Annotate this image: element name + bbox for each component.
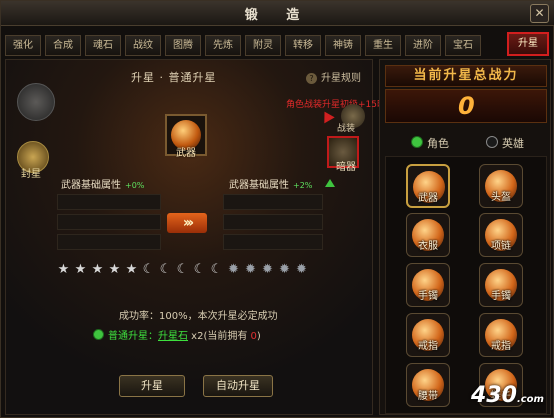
tab-tuteng[interactable]: 图腾 [165, 35, 201, 56]
equip-label: 头盔 [491, 192, 511, 203]
role-label: 角色 [427, 137, 449, 150]
material-link[interactable]: 升星石 [158, 331, 188, 342]
star-icon: ★ [108, 262, 121, 277]
tab-fuling[interactable]: 附灵 [245, 35, 281, 56]
hero-radio[interactable] [486, 136, 498, 148]
close-icon[interactable]: ✕ [530, 4, 549, 23]
sun-icon: ✹ [228, 262, 239, 277]
equip-slot-belt[interactable]: 腰带 [406, 363, 450, 407]
star-icon: ★ [57, 262, 70, 277]
equip-label: 腰带 [418, 391, 438, 402]
attr-slot [223, 214, 323, 230]
tab-chongsheng[interactable]: 重生 [365, 35, 401, 56]
star-emblem-icon[interactable] [17, 83, 55, 121]
tab-zhuanyi[interactable]: 转移 [285, 35, 321, 56]
tab-xianlian[interactable]: 先炼 [205, 35, 241, 56]
equip-label: 项链 [491, 241, 511, 252]
forge-window: 锻 造 ✕ 强化 合成 魂石 战纹 图腾 先炼 附灵 转移 神铸 重生 进阶 宝… [0, 0, 554, 418]
tab-zhanwen[interactable]: 战纹 [125, 35, 161, 56]
sun-icon: ✹ [262, 262, 273, 277]
attr-slot [57, 234, 161, 250]
material-qty-close: ) [256, 331, 261, 342]
normal-upgrade-option[interactable]: 普通升星：升星石 x2(当前拥有 0) [93, 327, 261, 342]
equip-label: 衣服 [418, 241, 438, 252]
equip-slot-ring-left[interactable]: 戒指 [406, 313, 450, 357]
tab-shengxing[interactable]: 升星 [507, 32, 549, 56]
equip-slot-armor[interactable]: 衣服 [406, 213, 450, 257]
equip-label: 武器 [418, 193, 438, 204]
equip-label: 戒指 [491, 341, 511, 352]
tab-hecheng[interactable]: 合成 [45, 35, 81, 56]
watermark-main: 430 [471, 383, 517, 408]
hero-label: 英雄 [502, 137, 524, 150]
tab-baoshi[interactable]: 宝石 [445, 35, 481, 56]
star-icon: ★ [74, 262, 87, 277]
weapon-slot-label: 武器 [176, 148, 196, 159]
attr-slot [57, 214, 161, 230]
hidden-weapon-label: 暗器 [336, 162, 356, 173]
attr-next-label: 武器基础属性 [229, 180, 289, 191]
tab-jinjie[interactable]: 进阶 [405, 35, 441, 56]
attr-slot [223, 194, 323, 210]
moon-icon: ☾ [210, 262, 223, 277]
star-icon: ★ [91, 262, 104, 277]
attr-current-pct: +0% [125, 181, 145, 190]
attr-next-pct: +2% [293, 181, 313, 190]
seal-star-label: 封星 [21, 169, 41, 180]
upgrade-button[interactable]: 升星 [119, 375, 185, 397]
equip-slot-necklace[interactable]: 项链 [479, 213, 523, 257]
power-value-box: 0 [385, 89, 547, 123]
rules-label: 升星规则 [321, 73, 361, 84]
question-icon: ? [306, 73, 317, 84]
battle-gear-label: 战装 [337, 124, 356, 134]
attr-current-label: 武器基础属性 [61, 180, 121, 191]
tab-shenzhu[interactable]: 神铸 [325, 35, 361, 56]
moon-icon: ☾ [176, 262, 189, 277]
equip-label: 戒指 [418, 341, 438, 352]
attr-next: 武器基础属性 +2% [229, 176, 312, 192]
sun-icon: ✹ [279, 262, 290, 277]
normal-upgrade-label: 普通升星： [108, 331, 158, 342]
equip-slot-helmet[interactable]: 头盔 [479, 164, 523, 208]
window-title: 锻 造 [244, 8, 312, 23]
equip-label: 手镯 [418, 291, 438, 302]
moon-icon: ☾ [193, 262, 206, 277]
equip-slot-ring-right[interactable]: 戒指 [479, 313, 523, 357]
sun-icon: ✹ [296, 262, 307, 277]
success-rate: 成功率：100%，本次升星必定成功 [119, 311, 278, 322]
rules-link[interactable]: ? 升星规则 [306, 69, 361, 84]
star-icon: ★ [125, 262, 138, 277]
attr-slot [57, 194, 161, 210]
material-qty: x2(当前拥有 [188, 331, 251, 342]
upgrade-arrow-icon: ››› [167, 213, 207, 233]
auto-upgrade-button[interactable]: 自动升星 [203, 375, 273, 397]
equip-slot-weapon[interactable]: 武器 [406, 164, 450, 208]
panel-title: 升星 · 普通升星 [131, 71, 217, 84]
attr-slot [223, 234, 323, 250]
power-title: 当前升星总战力 [385, 65, 547, 87]
equip-slot-bracelet-right[interactable]: 手镯 [479, 263, 523, 307]
radio-selected-icon[interactable] [93, 329, 104, 340]
site-watermark: 430.com [471, 383, 544, 408]
up-arrow-icon [325, 179, 335, 187]
equip-slot-bracelet-left[interactable]: 手镯 [406, 263, 450, 307]
moon-icon: ☾ [142, 262, 155, 277]
moon-icon: ☾ [159, 262, 172, 277]
title-bar: 锻 造 ✕ [1, 1, 554, 26]
power-value: 0 [458, 92, 475, 120]
attr-current: 武器基础属性 +0% [61, 176, 144, 192]
equip-label: 手镯 [491, 291, 511, 302]
role-radio[interactable] [411, 136, 423, 148]
tab-hunshi[interactable]: 魂石 [85, 35, 121, 56]
role-toggle: 角色 英雄 [411, 135, 524, 151]
sun-icon: ✹ [245, 262, 256, 277]
watermark-sub: .com [516, 394, 544, 405]
tab-qianghua[interactable]: 强化 [5, 35, 41, 56]
